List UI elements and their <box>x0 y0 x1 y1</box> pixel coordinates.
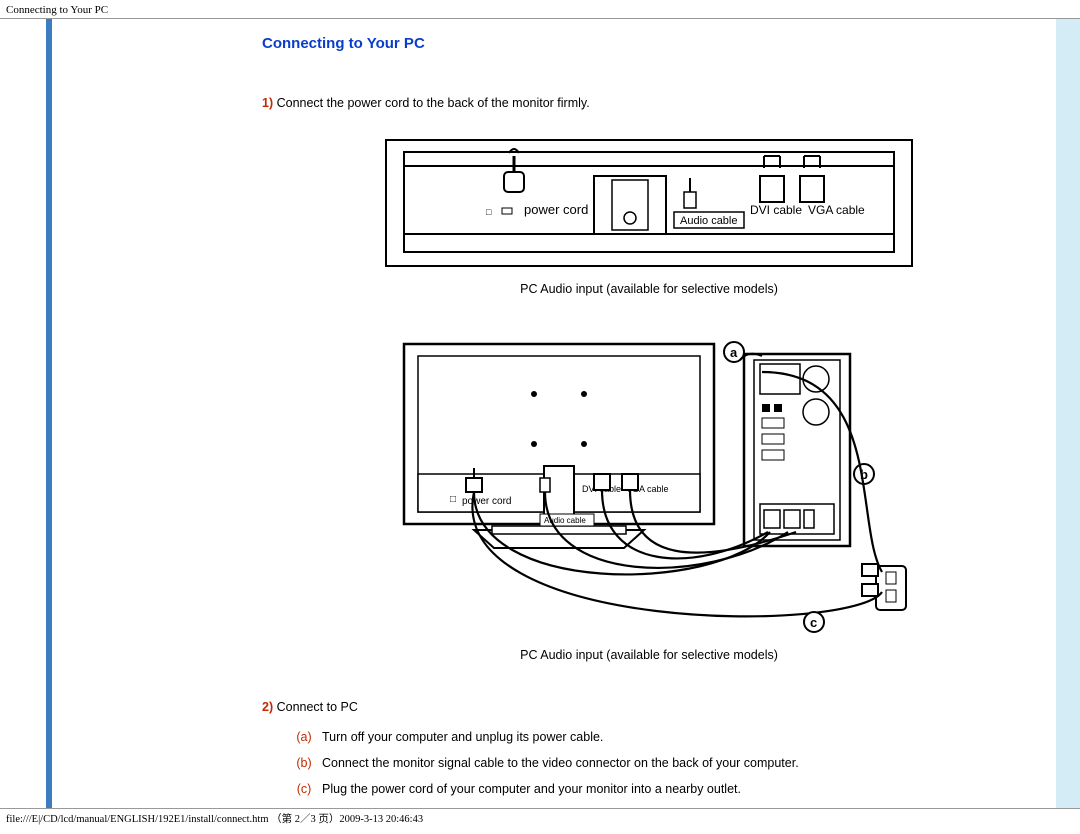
diagram-2: □ power cord DVI cable VGA cable Audio c… <box>262 334 1036 634</box>
d2-marker-a: a <box>730 345 738 360</box>
sub-step-b: (b) Connect the monitor signal cable to … <box>286 756 1036 770</box>
page-header-title: Connecting to Your PC <box>6 4 1074 16</box>
sub-a-text: Turn off your computer and unplug its po… <box>322 730 603 744</box>
step-1: 1) Connect the power cord to the back of… <box>262 96 1036 110</box>
main-content: Connecting to Your PC 1) Connect the pow… <box>52 19 1056 808</box>
d2-marker-c: c <box>810 615 817 630</box>
d1-audio-label: Audio cable <box>680 215 738 227</box>
sub-step-a: (a) Turn off your computer and unplug it… <box>286 730 1036 744</box>
right-cyan-bar <box>1056 19 1080 808</box>
sub-b-label: (b) <box>286 756 322 770</box>
sub-steps: (a) Turn off your computer and unplug it… <box>286 730 1036 796</box>
sub-a-label: (a) <box>286 730 322 744</box>
step-2: 2) Connect to PC <box>262 700 1036 714</box>
section-title: Connecting to Your PC <box>262 35 1036 52</box>
svg-text:□: □ <box>450 494 456 505</box>
d1-vga-label: VGA cable <box>808 203 865 217</box>
footer-path: file:///E|/CD/lcd/manual/ENGLISH/192E1/i… <box>0 808 1080 828</box>
d1-dvi-label: DVI cable <box>750 203 802 217</box>
sub-step-c: (c) Plug the power cord of your computer… <box>286 782 1036 796</box>
d1-power-cord-label: power cord <box>524 202 588 217</box>
step-2-number: 2) <box>262 700 273 714</box>
step-1-text: Connect the power cord to the back of th… <box>273 96 590 110</box>
sub-c-text: Plug the power cord of your computer and… <box>322 782 741 796</box>
caption-2: PC Audio input (available for selective … <box>262 648 1036 662</box>
d2-power-cord-label: power cord <box>462 496 511 507</box>
content-frame: Connecting to Your PC 1) Connect the pow… <box>0 18 1080 808</box>
svg-text:□: □ <box>486 207 492 217</box>
caption-1: PC Audio input (available for selective … <box>262 282 1036 296</box>
sub-b-text: Connect the monitor signal cable to the … <box>322 756 799 770</box>
sub-c-label: (c) <box>286 782 322 796</box>
diagram-1: □ power cord Audio cable <box>262 138 1036 268</box>
step-2-text: Connect to PC <box>273 700 358 714</box>
step-1-number: 1) <box>262 96 273 110</box>
